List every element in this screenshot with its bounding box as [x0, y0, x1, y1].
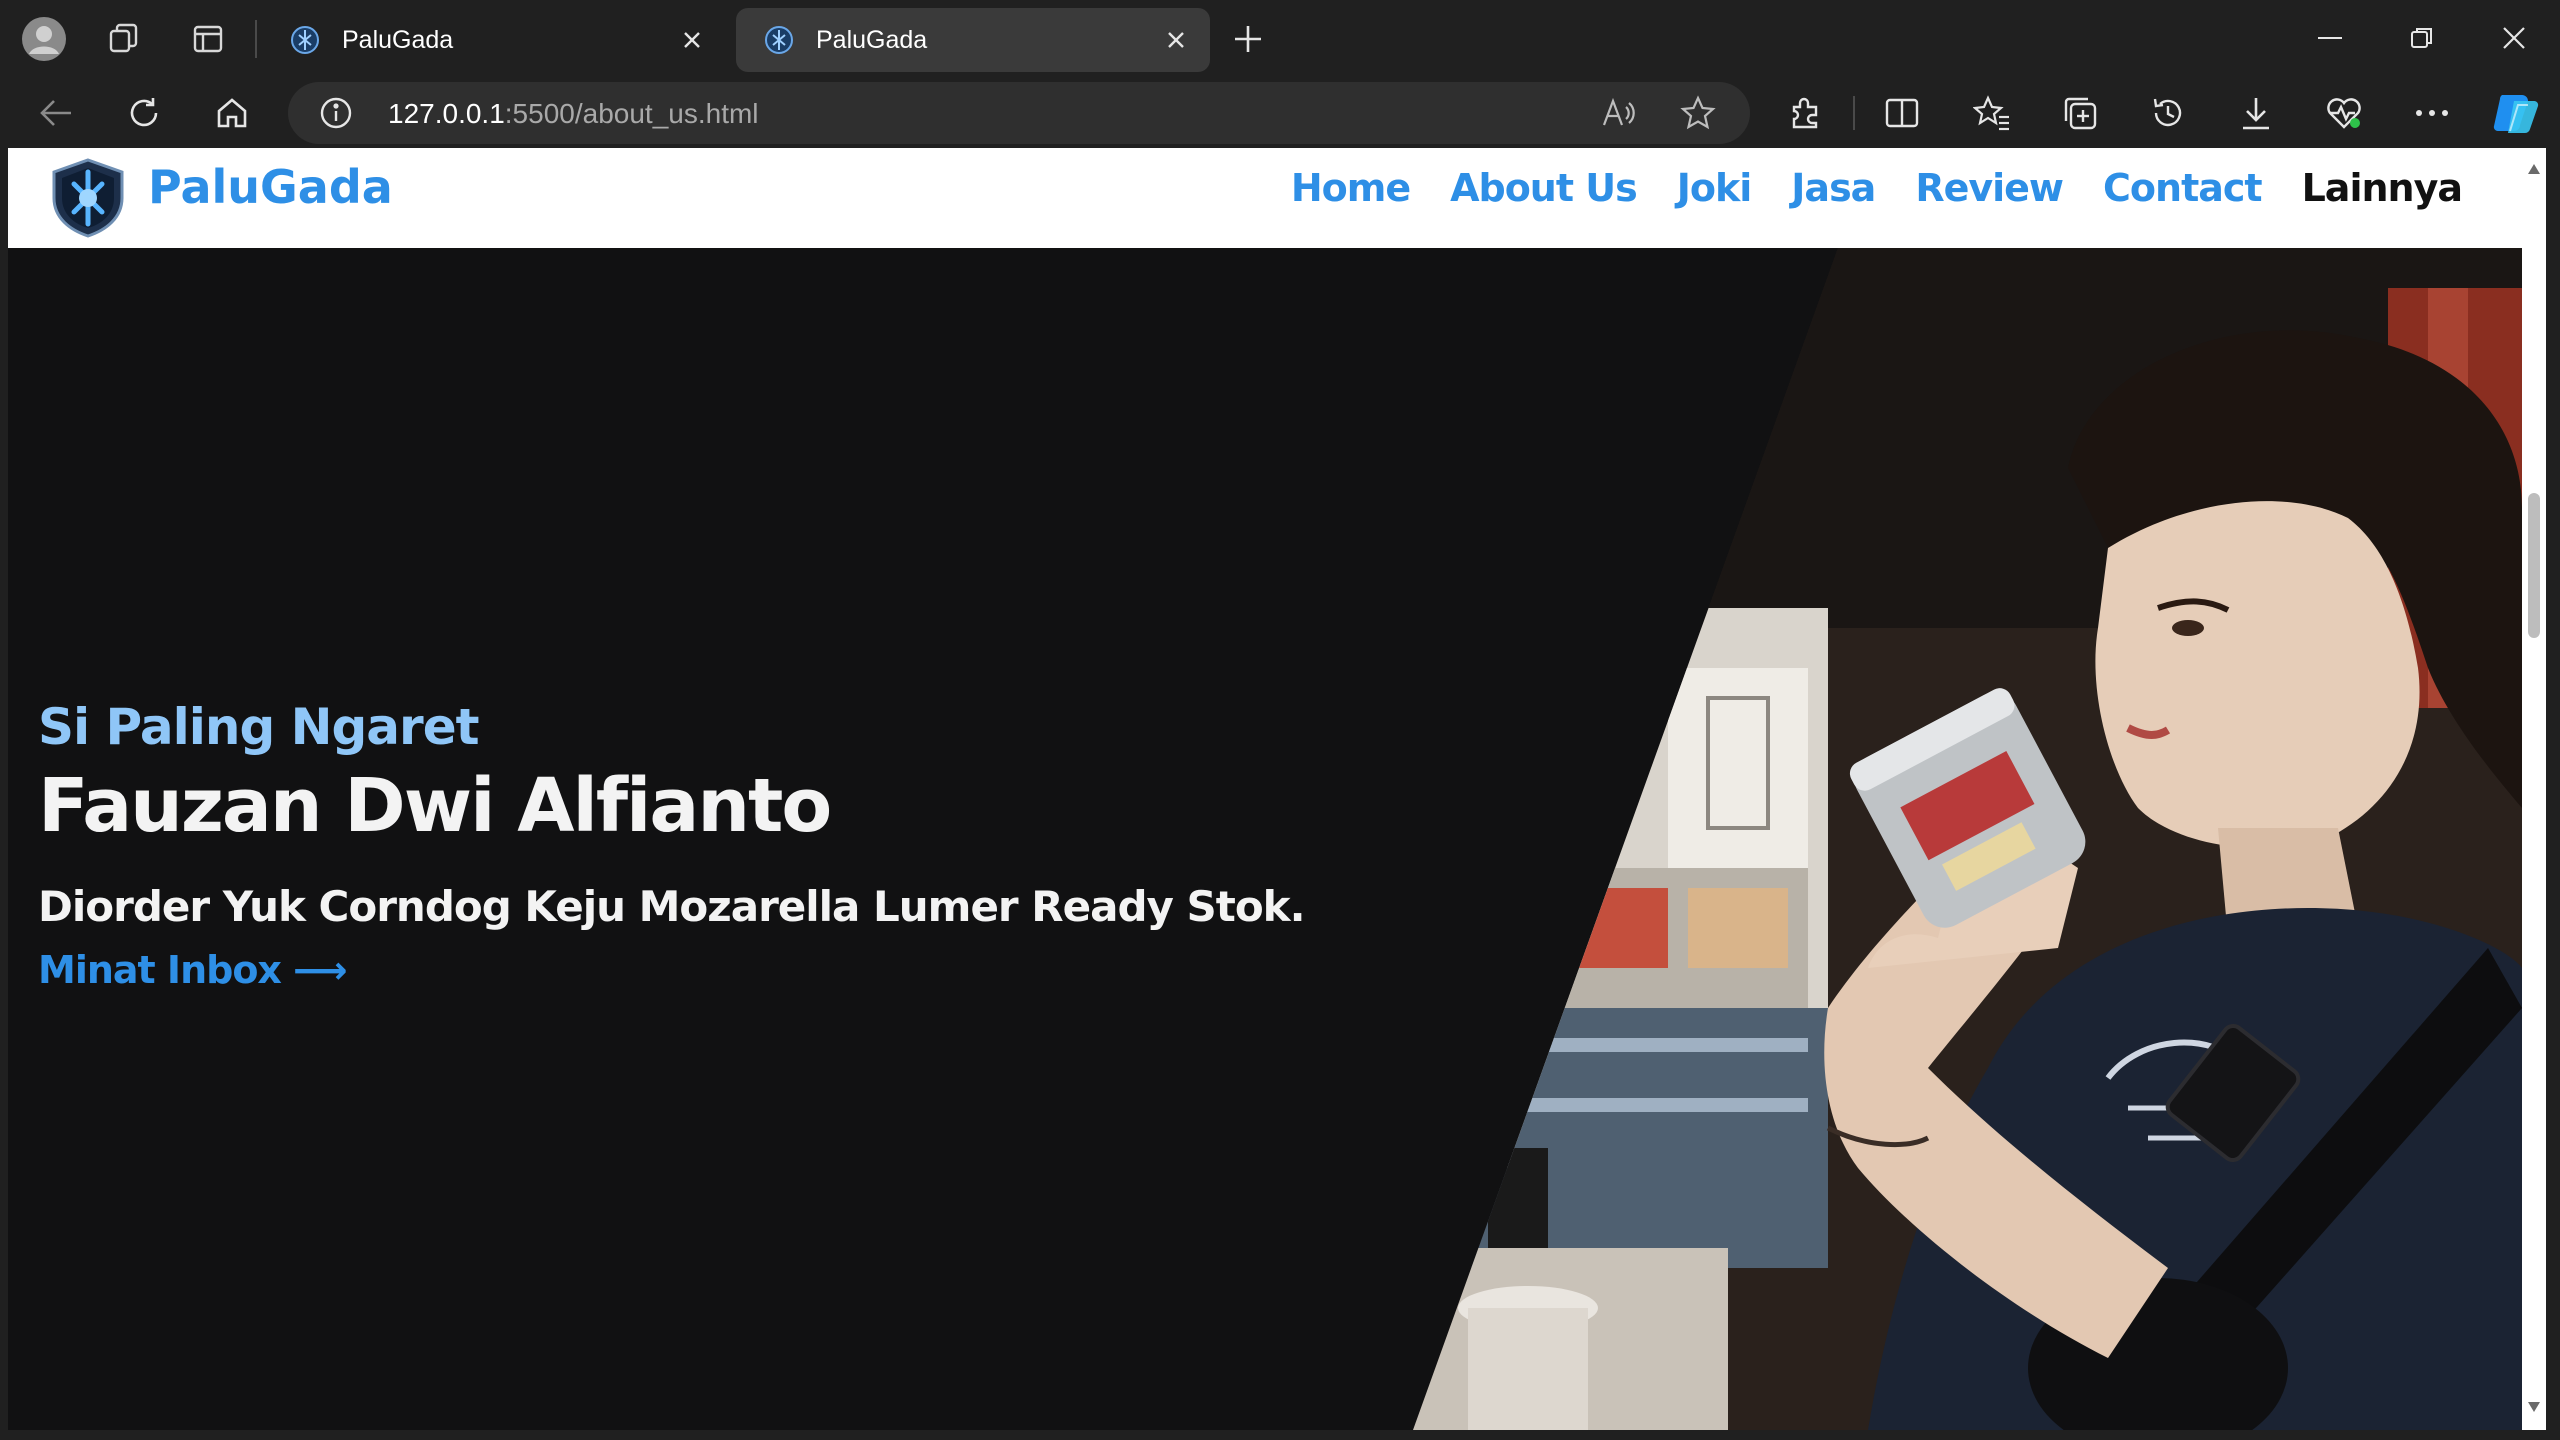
menu-review[interactable]: Review	[1915, 166, 2064, 210]
main-menu: Home About Us Joki Jasa Review Contact L…	[1291, 166, 2463, 210]
menu-lainnya[interactable]: Lainnya	[2302, 166, 2463, 210]
collections-icon[interactable]	[2050, 84, 2110, 142]
page-scrollbar[interactable]	[2522, 148, 2546, 1430]
brand-name[interactable]: PaluGada	[148, 160, 393, 214]
favorites-icon[interactable]	[1962, 84, 2022, 142]
home-icon[interactable]	[202, 84, 262, 142]
favorite-star-icon[interactable]	[1678, 93, 1718, 133]
menu-home[interactable]: Home	[1291, 166, 1411, 210]
tab-separator	[255, 20, 257, 58]
page-viewport: PaluGada Home About Us Joki Jasa Review …	[8, 148, 2522, 1430]
toolbar-separator	[1853, 96, 1855, 130]
hero-name: Fauzan Dwi Alfianto	[38, 763, 832, 849]
vertical-tabs-icon[interactable]	[178, 13, 238, 65]
browser-essentials-icon[interactable]	[2314, 84, 2374, 142]
profile-avatar-icon[interactable]	[14, 13, 74, 65]
url-text[interactable]: 127.0.0.1:5500/about_us.html	[388, 98, 759, 130]
hero-subtitle: Si Paling Ngaret	[38, 698, 480, 756]
scroll-thumb[interactable]	[2528, 493, 2540, 638]
tab-title: PaluGada	[816, 25, 928, 54]
history-icon[interactable]	[2138, 84, 2198, 142]
close-window-icon[interactable]	[2474, 10, 2554, 66]
brand-logo-icon[interactable]	[50, 158, 126, 238]
scroll-down-arrow-icon[interactable]	[2527, 1400, 2541, 1414]
hero-section: Si Paling Ngaret Fauzan Dwi Alfianto Dio…	[8, 248, 2522, 1430]
menu-joki[interactable]: Joki	[1677, 166, 1753, 210]
split-screen-icon[interactable]	[1872, 84, 1932, 142]
new-tab-icon[interactable]	[1218, 13, 1278, 65]
more-options-icon[interactable]	[2402, 84, 2462, 142]
address-bar[interactable]: 127.0.0.1:5500/about_us.html	[288, 82, 1750, 144]
window-bottom-edge	[0, 1430, 2560, 1440]
site-info-icon[interactable]	[318, 95, 354, 131]
hero-tagline: Diorder Yuk Corndog Keju Mozarella Lumer…	[38, 882, 1306, 931]
menu-jasa[interactable]: Jasa	[1791, 166, 1876, 210]
copilot-icon[interactable]	[2486, 84, 2546, 142]
minat-inbox-link[interactable]: Minat Inbox ⟶	[38, 948, 348, 992]
tab-palugada-2[interactable]: PaluGada	[736, 8, 1210, 72]
scroll-up-arrow-icon[interactable]	[2527, 162, 2541, 176]
browser-toolbar: 127.0.0.1:5500/about_us.html	[0, 78, 2560, 148]
tab-title: PaluGada	[342, 25, 454, 54]
minimize-window-icon[interactable]	[2290, 10, 2370, 66]
read-aloud-icon[interactable]	[1598, 93, 1638, 133]
site-favicon-icon	[291, 26, 319, 54]
downloads-icon[interactable]	[2226, 84, 2286, 142]
menu-about-us[interactable]: About Us	[1450, 166, 1638, 210]
tab-palugada-1[interactable]: PaluGada	[262, 8, 726, 72]
refresh-icon[interactable]	[114, 84, 174, 142]
workspaces-icon[interactable]	[94, 13, 154, 65]
restore-window-icon[interactable]	[2382, 10, 2462, 66]
site-navbar: PaluGada Home About Us Joki Jasa Review …	[8, 148, 2522, 248]
browser-tab-bar: PaluGada PaluGada	[0, 0, 2560, 78]
close-tab-icon[interactable]	[1158, 22, 1194, 58]
back-icon[interactable]	[26, 84, 86, 142]
site-favicon-icon	[765, 26, 793, 54]
menu-contact[interactable]: Contact	[2103, 166, 2263, 210]
extensions-icon[interactable]	[1776, 84, 1836, 142]
close-tab-icon[interactable]	[674, 22, 710, 58]
